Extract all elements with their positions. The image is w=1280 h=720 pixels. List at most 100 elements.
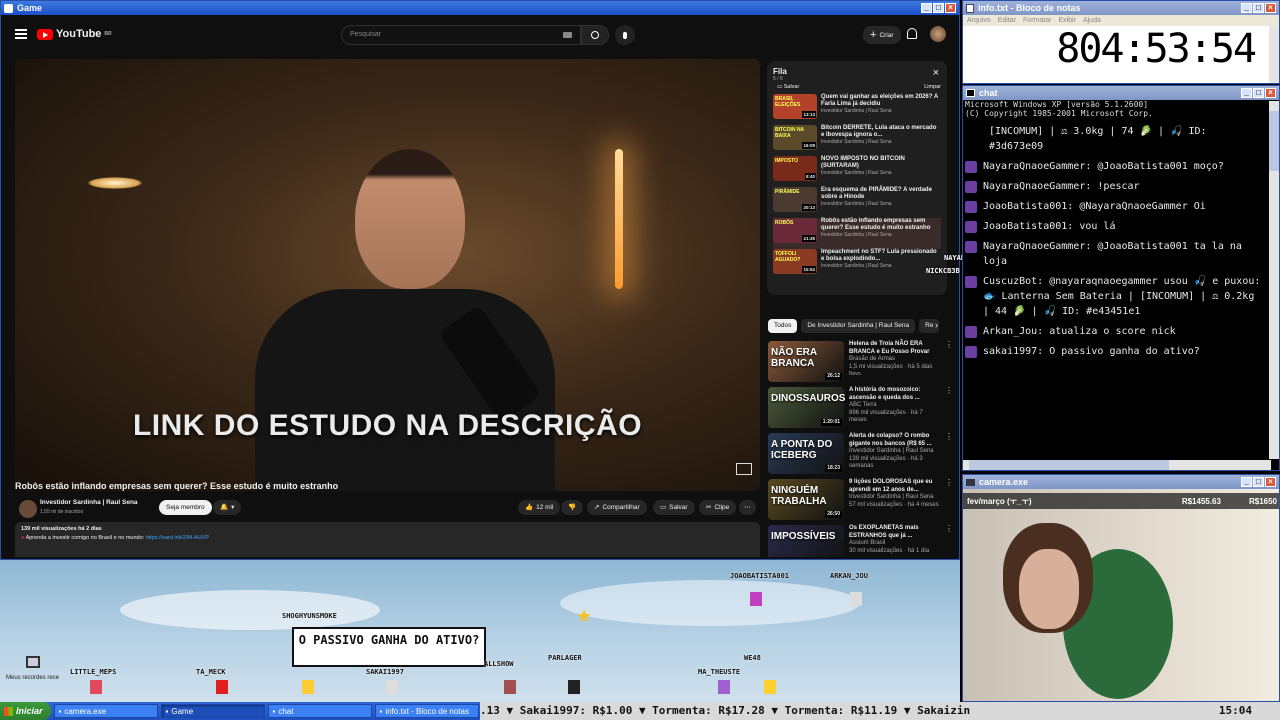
taskbar-item-game[interactable]: ▪ Game — [160, 704, 265, 718]
maximize-button[interactable]: □ — [1253, 3, 1264, 13]
more-options-icon[interactable]: ⋮ — [945, 341, 953, 387]
horizontal-scrollbar[interactable] — [963, 460, 1271, 470]
taskbar-item-camera[interactable]: ▪ camera.exe — [53, 704, 158, 718]
chip-channel[interactable]: De Investidor Sardinha | Raul Sena — [801, 319, 916, 333]
player-sprite[interactable] — [568, 680, 580, 694]
subscribe-bell-button[interactable]: 🔔 ▾ — [213, 500, 242, 515]
close-button[interactable]: × — [1265, 477, 1276, 487]
new-badge: Novo — [849, 371, 861, 377]
recommendation-item[interactable]: IMPOSSÍVEIS 50:33 Os EXOPLANETAS mais ESTR… — [768, 525, 953, 557]
more-options-icon[interactable]: ⋮ — [945, 525, 953, 557]
close-button[interactable]: × — [1265, 88, 1276, 98]
player-sprite[interactable] — [718, 680, 730, 694]
channel-name[interactable]: Investidor Sardinha | Raul Sena — [40, 499, 138, 506]
notepad-content[interactable]: 804:53:54 — [963, 26, 1279, 72]
chat-message: sakai1997: O passivo ganha do ativo? — [965, 344, 1265, 359]
queue-item[interactable]: BITCOIN NA BAIXA 16:09 Bitcoin DERRETE, Lu… — [773, 125, 941, 156]
minimize-button[interactable]: _ — [1241, 88, 1252, 98]
chevron-right-icon[interactable]: › — [935, 320, 938, 330]
avatar[interactable] — [930, 26, 946, 42]
description-link[interactable]: https://sard.ink/294-AUVP — [146, 535, 209, 541]
player-name: JOAOBATISTA001 — [730, 572, 790, 580]
join-button[interactable]: Seja membro — [159, 500, 212, 515]
taskbar-item-notepad[interactable]: ▪ info.txt - Bloco de notas — [374, 704, 479, 718]
share-button[interactable]: ↗ Compartilhar — [587, 500, 647, 515]
recommendation-meta: 139 mil visualizações · há 3 semanas — [849, 455, 923, 470]
recommendation-item[interactable]: NÃO ERA BRANCA 26:12 Helena de Troia NÃO E… — [768, 341, 953, 387]
player-sprite[interactable] — [216, 680, 228, 694]
minimize-button[interactable]: _ — [921, 3, 932, 13]
video-player[interactable]: LINK DO ESTUDO NA DESCRIÇÃO — [15, 59, 760, 491]
queue-clear-button[interactable]: Limpar — [924, 84, 941, 90]
search-button[interactable] — [581, 25, 609, 45]
bell-icon[interactable] — [907, 28, 917, 39]
minimize-button[interactable]: _ — [1241, 3, 1252, 13]
close-button[interactable]: × — [1265, 3, 1276, 13]
youtube-logo[interactable]: YouTube BR — [37, 28, 112, 40]
player-sprite[interactable] — [386, 680, 398, 694]
player-sprite[interactable] — [504, 680, 516, 694]
recommendation-meta: 30 mil visualizações · há 1 dia — [849, 547, 930, 554]
maximize-button[interactable]: □ — [1253, 88, 1264, 98]
taskbar-item-chat[interactable]: ▪ chat — [267, 704, 372, 718]
queue-item-text: Impeachment no STF? Lula pressionado e b… — [821, 249, 941, 270]
minimize-button[interactable]: _ — [1241, 477, 1252, 487]
recommendation-item[interactable]: DINOSSAUROS 1:20:01 A história do mosozoic… — [768, 387, 953, 433]
menu-item[interactable]: Ajuda — [1083, 17, 1101, 24]
more-options-button[interactable]: ⋯ — [739, 500, 756, 515]
player-sprite[interactable] — [764, 680, 776, 694]
scrollbar[interactable] — [1269, 101, 1279, 459]
console-header: Microsoft Windows XP [versão 5.1.2600] — [965, 100, 1149, 109]
maximize-button[interactable]: □ — [1253, 477, 1264, 487]
duration-badge: 50:33 — [825, 556, 842, 557]
scrollbar[interactable] — [1269, 26, 1279, 83]
close-icon[interactable]: × — [933, 67, 939, 79]
game-window-titlebar[interactable]: Game _ □ × — [1, 1, 959, 15]
notepad-titlebar[interactable]: info.txt - Bloco de notas _ □ × — [963, 1, 1279, 15]
chat-message-text: atualiza o score nick — [1049, 326, 1176, 337]
chat-message-text: @JoaoBatista001 moço? — [1097, 161, 1224, 172]
create-button[interactable]: + Criar — [863, 26, 901, 44]
keyboard-icon[interactable] — [563, 32, 572, 38]
recommendation-item[interactable]: A PONTA DO ICEBERG 18:23 Alerta de colapso… — [768, 433, 953, 479]
dislike-button[interactable]: 👎 — [561, 500, 584, 515]
description-line: ● Aprenda a investir comigo no Brasil e … — [21, 535, 209, 541]
microphone-icon[interactable] — [615, 25, 635, 45]
view-count: 139 mil visualizações há 2 dias — [21, 526, 102, 532]
save-button[interactable]: ▭ Salvar — [653, 500, 695, 515]
menu-item[interactable]: Editar — [998, 17, 1016, 24]
more-options-icon[interactable]: ⋮ — [945, 479, 953, 525]
player-sprite[interactable] — [750, 592, 762, 606]
menu-icon[interactable] — [15, 29, 27, 39]
queue-item[interactable]: PIRÂMIDE 20:13 Era esquema de PIRÂMIDE? A … — [773, 187, 941, 218]
like-button[interactable]: 👍 12 mil — [518, 500, 561, 515]
recommendation-item[interactable]: NINGUÉM TRABALHA 26:50 9 lições DOLOROSAS … — [768, 479, 953, 525]
player-sprite[interactable] — [302, 680, 314, 694]
more-options-icon[interactable]: ⋮ — [945, 433, 953, 479]
queue-item[interactable]: BRASIL ELEIÇÕES 13:13 Quem vai ganhar as e… — [773, 94, 941, 125]
queue-item[interactable]: IMPOSTO 8:40 NOVO IMPOSTO NO BITCOIN (SURT… — [773, 156, 941, 187]
clock: 15:04 — [1212, 702, 1252, 720]
chip-all[interactable]: Todos — [768, 319, 798, 333]
game-area[interactable]: O PASSIVO GANHA DO ATIVO? ★ Meus recorde… — [0, 560, 960, 702]
queue-item-channel: Investidor Sardinha | Raul Sena — [821, 139, 892, 145]
camera-titlebar[interactable]: camera.exe _ □ × — [963, 475, 1279, 489]
queue-item[interactable]: TOFFOLI AGUADO? 15:52 Impeachment no STF? … — [773, 249, 941, 280]
miniplayer-icon[interactable] — [736, 463, 752, 475]
menu-item[interactable]: Arquivo — [967, 17, 991, 24]
more-options-icon[interactable]: ⋮ — [945, 387, 953, 433]
queue-item[interactable]: ROBÔS 21:35 Robôs estão inflando empresas … — [773, 218, 941, 249]
start-button[interactable]: Iniciar — [0, 702, 51, 720]
maximize-button[interactable]: □ — [933, 3, 944, 13]
channel-avatar[interactable] — [19, 500, 37, 518]
search-input[interactable]: Pesquisar — [341, 25, 581, 45]
clip-button[interactable]: ✂ Clipe — [699, 500, 737, 515]
chat-titlebar[interactable]: chat _ □ × — [963, 86, 1279, 100]
close-button[interactable]: × — [945, 3, 956, 13]
menu-item[interactable]: Formatar — [1023, 17, 1051, 24]
player-sprite[interactable] — [850, 592, 862, 606]
menu-item[interactable]: Exibir — [1058, 17, 1076, 24]
player-sprite[interactable] — [90, 680, 102, 694]
description-box[interactable]: 139 mil visualizações há 2 dias ● Aprend… — [15, 522, 760, 557]
queue-save-button[interactable]: ▭ Salvar — [777, 84, 799, 90]
